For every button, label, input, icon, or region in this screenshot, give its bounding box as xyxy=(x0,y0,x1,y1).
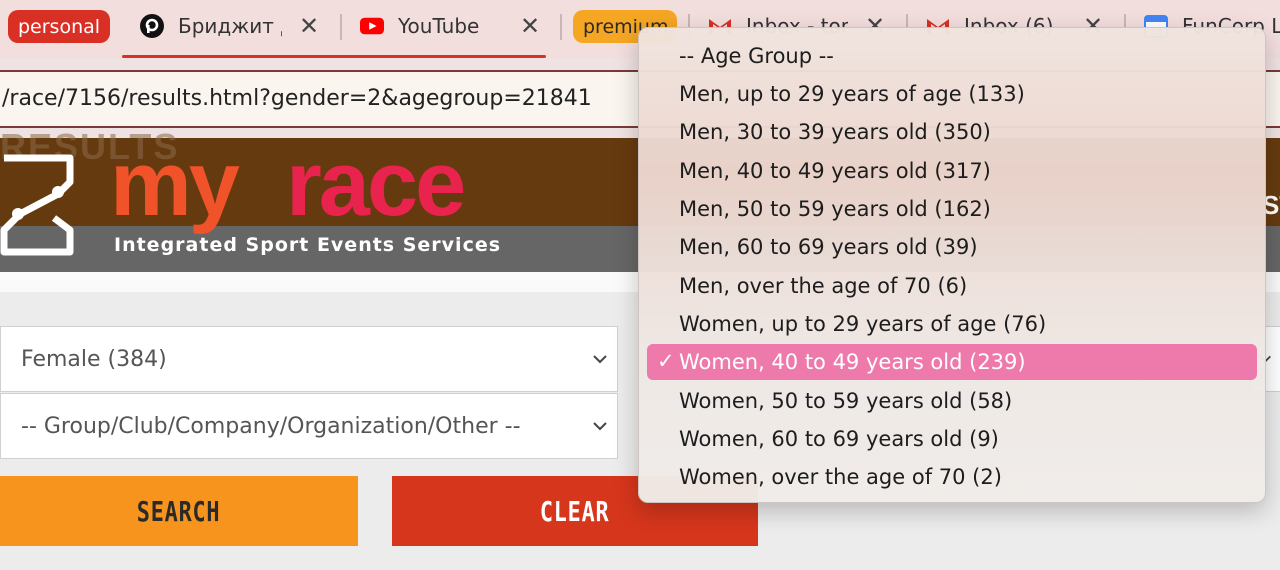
tab-title: Бриджит Д xyxy=(178,14,282,38)
group-select-value: -- Group/Club/Company/Organization/Other… xyxy=(21,413,521,439)
circle-p-icon xyxy=(140,14,164,38)
menu-item-men-over-70[interactable]: Men, over the age of 70 (6) xyxy=(647,268,1257,304)
brand-tagline: Integrated Sport Events Services xyxy=(114,234,502,256)
menu-item-label: -- Age Group -- xyxy=(679,44,834,68)
menu-item-label: Women, 40 to 49 years old (239) xyxy=(679,350,1026,374)
menu-item-label: Women, 50 to 59 years old (58) xyxy=(679,389,1013,413)
menu-item-women-over-70[interactable]: Women, over the age of 70 (2) xyxy=(647,459,1257,495)
menu-item-men-60-69[interactable]: Men, 60 to 69 years old (39) xyxy=(647,229,1257,265)
menu-item-label: Men, 40 to 49 years old (317) xyxy=(679,159,991,183)
gender-select-value: Female (384) xyxy=(21,346,167,372)
tab-divider xyxy=(340,14,342,40)
group-select[interactable]: -- Group/Club/Company/Organization/Other… xyxy=(0,393,618,459)
menu-item-women-under-29[interactable]: Women, up to 29 years of age (76) xyxy=(647,306,1257,342)
menu-item-men-30-39[interactable]: Men, 30 to 39 years old (350) xyxy=(647,114,1257,150)
menu-item-label: Men, 30 to 39 years old (350) xyxy=(679,120,991,144)
youtube-icon xyxy=(360,14,384,38)
menu-item-women-60-69[interactable]: Women, 60 to 69 years old (9) xyxy=(647,421,1257,457)
brand-word-race: race xyxy=(286,133,466,235)
close-tab-icon[interactable]: ✕ xyxy=(298,12,320,40)
menu-item-label: Women, over the age of 70 (2) xyxy=(679,465,1002,489)
tab-group-label: personal xyxy=(18,15,101,38)
tab-bridget[interactable]: Бриджит Д xyxy=(140,8,282,44)
clear-button-label: CLEAR xyxy=(540,494,610,528)
menu-item-label: Men, over the age of 70 (6) xyxy=(679,274,968,298)
tab-youtube[interactable]: YouTube xyxy=(360,8,510,44)
chevron-down-icon xyxy=(593,355,607,364)
checkmark-icon: ✓ xyxy=(657,349,675,373)
menu-item-label: Women, 60 to 69 years old (9) xyxy=(679,427,999,451)
brand-word-my: my xyxy=(110,133,240,235)
menu-item-women-50-59[interactable]: Women, 50 to 59 years old (58) xyxy=(647,383,1257,419)
search-button[interactable]: SEARCH xyxy=(0,476,358,546)
menu-item-label: Women, up to 29 years of age (76) xyxy=(679,312,1047,336)
menu-item-label: Men, 50 to 59 years old (162) xyxy=(679,197,991,221)
menu-item-label: Men, 60 to 69 years old (39) xyxy=(679,235,978,259)
search-button-label: SEARCH xyxy=(137,494,221,528)
age-group-dropdown-menu: -- Age Group -- Men, up to 29 years of a… xyxy=(638,27,1266,503)
gender-select[interactable]: Female (384) xyxy=(0,326,618,392)
menu-item-men-40-49[interactable]: Men, 40 to 49 years old (317) xyxy=(647,153,1257,189)
myrace-logo-icon xyxy=(0,154,74,256)
url-text[interactable]: /race/7156/results.html?gender=2&agegrou… xyxy=(2,86,592,111)
menu-item-label: Men, up to 29 years of age (133) xyxy=(679,82,1025,106)
tab-group-personal[interactable]: personal xyxy=(8,10,110,43)
tab-divider xyxy=(560,14,562,40)
chevron-down-icon xyxy=(593,422,607,431)
close-tab-icon[interactable]: ✕ xyxy=(519,12,541,40)
menu-item-age-group-placeholder[interactable]: -- Age Group -- xyxy=(647,38,1257,74)
menu-item-men-50-59[interactable]: Men, 50 to 59 years old (162) xyxy=(647,191,1257,227)
menu-item-men-under-29[interactable]: Men, up to 29 years of age (133) xyxy=(647,76,1257,112)
tab-title: YouTube xyxy=(398,14,480,38)
menu-item-women-40-49[interactable]: ✓ Women, 40 to 49 years old (239) xyxy=(647,344,1257,380)
